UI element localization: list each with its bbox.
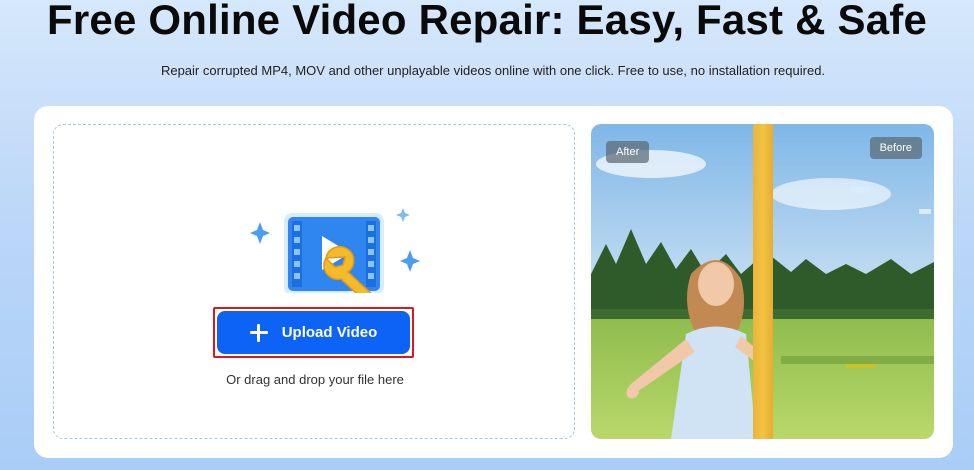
comparison-slider-handle[interactable]: [753, 124, 773, 439]
drag-drop-hint: Or drag and drop your file here: [226, 372, 404, 387]
after-label: After: [606, 141, 650, 163]
upload-button-highlight: Upload Video: [213, 307, 414, 358]
video-repair-icon: [222, 163, 422, 307]
plus-icon: [249, 323, 268, 342]
page-subtitle: Repair corrupted MP4, MOV and other unpl…: [160, 63, 826, 78]
upload-dropzone[interactable]: Upload Video Or drag and drop your file …: [53, 124, 575, 439]
page-title: Free Online Video Repair: Easy, Fast & S…: [46, 0, 928, 43]
before-label: Before: [869, 137, 922, 159]
upload-button-label: Upload Video: [281, 324, 378, 341]
upload-video-button[interactable]: Upload Video: [217, 311, 410, 354]
before-after-preview: After Before: [591, 124, 934, 439]
repair-card: Upload Video Or drag and drop your file …: [34, 106, 953, 458]
